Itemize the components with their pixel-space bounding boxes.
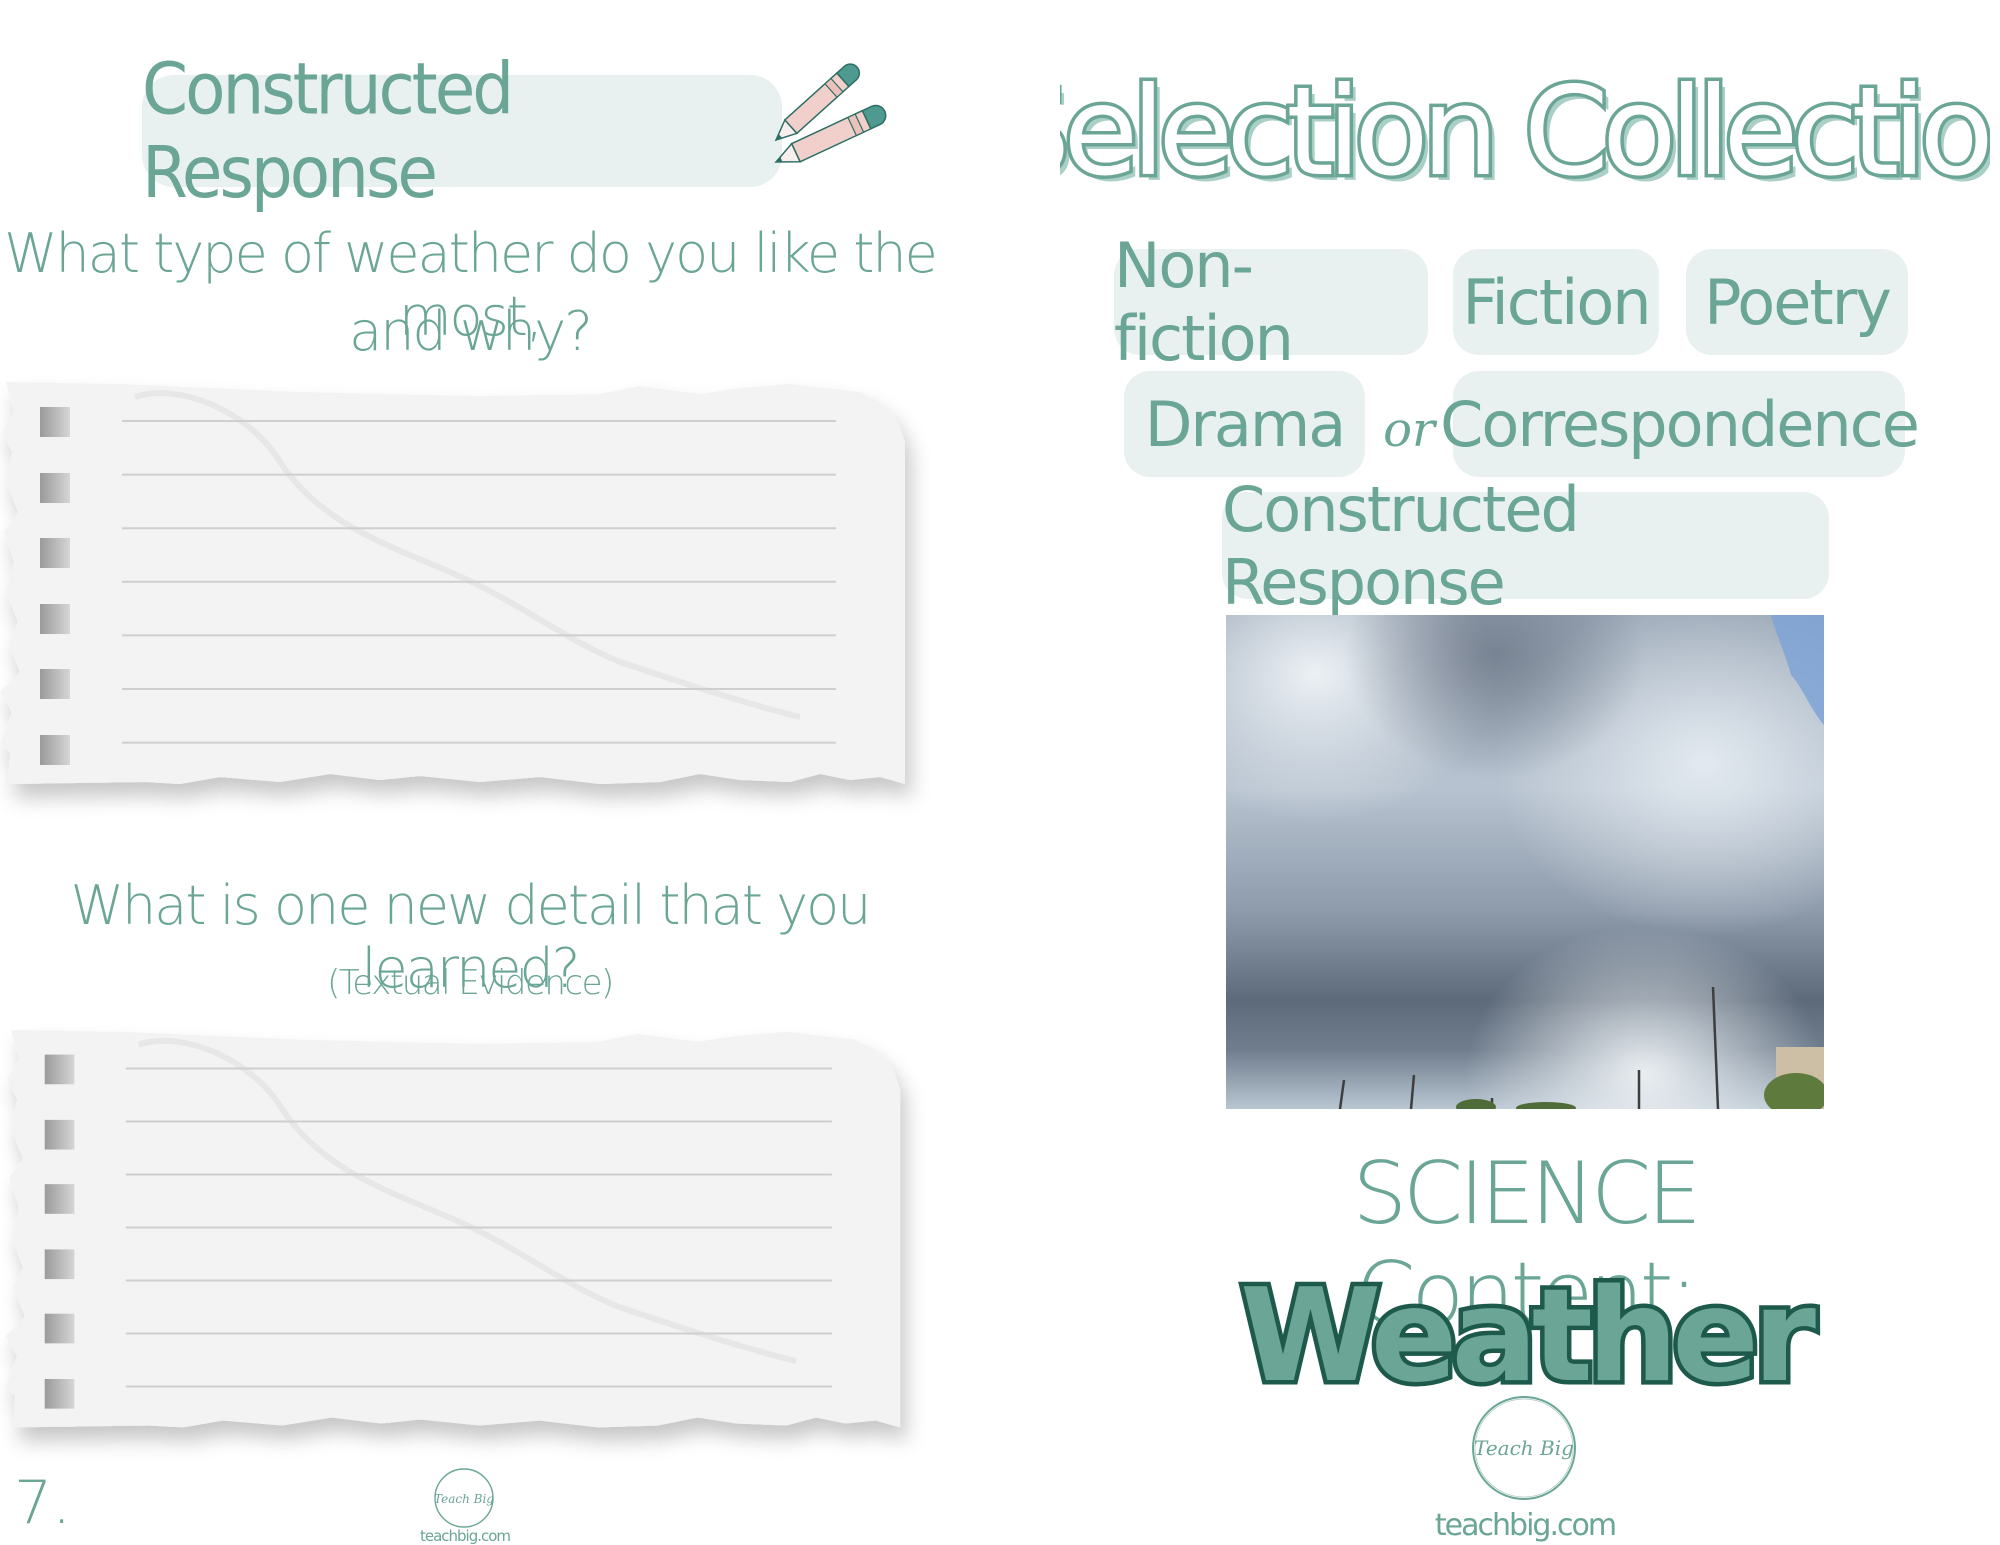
teach-big-logo-icon: Teach Big (1472, 1396, 1576, 1500)
storm-clouds-photo (1226, 615, 1824, 1109)
category-pill-nonfiction: Non-fiction (1114, 229, 1428, 375)
website-url[interactable]: teachbig.com (410, 1527, 520, 1545)
category-label: Drama (1144, 387, 1347, 461)
category-label: Correspondence (1440, 387, 1920, 461)
constructed-response-header: Constructed Response (142, 48, 782, 214)
title-text: Selection Collection (1060, 64, 1990, 203)
header-label: Constructed Response (142, 47, 514, 215)
category-label: Constructed Response (1222, 472, 1580, 619)
logo-script-text: Teach Big (434, 1492, 494, 1506)
category-pill-constructed-response: Constructed Response (1222, 473, 1829, 619)
or-connector: or (1383, 402, 1438, 458)
pencils-icon (774, 63, 887, 163)
website-url[interactable]: teachbig.com (1420, 1508, 1630, 1543)
category-pill-drama: Drama (1124, 371, 1365, 477)
answer-paper-2[interactable] (0, 1020, 930, 1465)
topic-title: Weather (1235, 1262, 1826, 1402)
topic-text: Weather (1240, 1262, 1816, 1402)
teach-big-logo-icon: Teach Big (434, 1468, 494, 1528)
category-label: Non-fiction (1114, 229, 1294, 375)
category-pill-poetry: Poetry (1686, 249, 1908, 355)
category-label: Fiction (1462, 265, 1651, 339)
category-pill-fiction: Fiction (1453, 249, 1659, 355)
category-pill-correspondence: Correspondence (1440, 371, 1920, 477)
question-1-text-continued: and why? (349, 300, 593, 363)
page-title: Selection Collection Selection Collectio… (989, 58, 2000, 210)
svg-text:or: or (1383, 402, 1438, 458)
logo-script-text: Teach Big (1474, 1436, 1574, 1460)
page-number: 7. (14, 1468, 72, 1538)
answer-paper-1[interactable] (0, 372, 930, 822)
category-label: Poetry (1704, 265, 1892, 339)
question-2-subtitle: (Textual Evidence) (327, 963, 614, 1003)
